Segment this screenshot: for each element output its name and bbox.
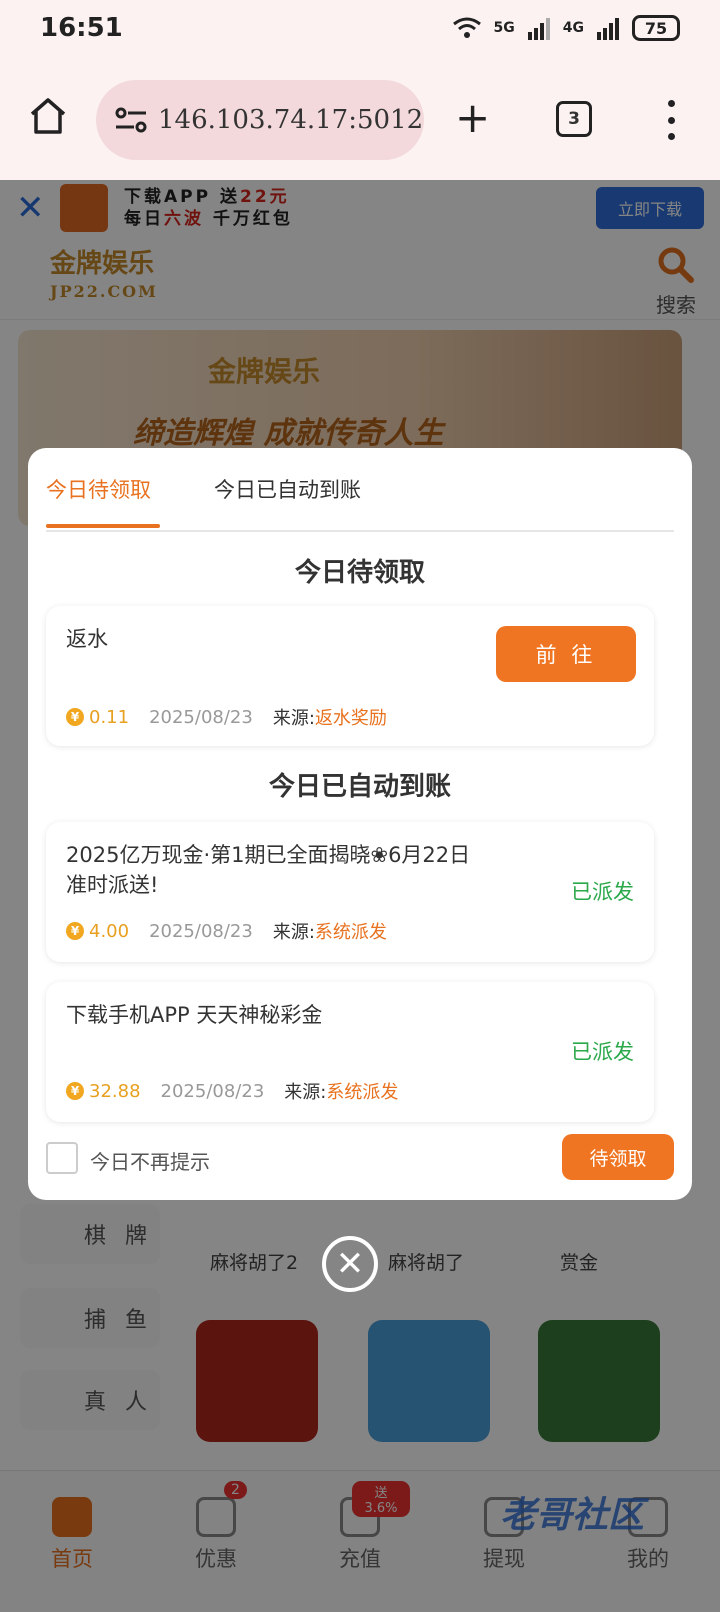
status-dispatched: 已派发 <box>571 1040 634 1064</box>
reward-meta: ¥ 4.00 2025/08/23 来源: 系统派发 <box>66 918 387 944</box>
auto-reward-card: 2025亿万现金·第1期已全面揭晓❀6月22日准时派送! 已派发 ¥ 4.00 … <box>46 822 654 962</box>
tab-pending[interactable]: 今日待领取 <box>46 474 151 504</box>
reward-title: 下载手机APP 天天神秘彩金 <box>66 1003 323 1027</box>
status-time: 16:51 <box>40 13 123 43</box>
section-title-pending: 今日待领取 <box>294 558 425 588</box>
site-settings-icon[interactable] <box>114 105 148 135</box>
pending-reward-card: 返水 前 往 ¥ 0.11 2025/08/23 来源: 返水奖励 <box>46 606 654 746</box>
reward-meta: ¥ 32.88 2025/08/23 来源: 系统派发 <box>66 1078 398 1104</box>
active-tab-indicator <box>46 524 160 528</box>
status-bar: 16:51 5G 4G 75 <box>0 0 720 56</box>
modal-tabs: 今日待领取 今日已自动到账 <box>46 448 674 532</box>
reward-amount: 32.88 <box>89 1080 141 1102</box>
reward-source: 系统派发 <box>314 922 387 943</box>
reward-meta: ¥ 0.11 2025/08/23 来源: 返水奖励 <box>66 704 387 730</box>
coin-icon: ¥ <box>66 922 84 940</box>
close-modal-icon[interactable]: ✕ <box>322 1236 378 1292</box>
pending-button[interactable]: 待领取 <box>562 1134 674 1180</box>
reward-amount: 4.00 <box>89 920 130 942</box>
battery-icon: 75 <box>632 15 680 41</box>
signal-icon <box>597 18 619 40</box>
auto-reward-card: 下载手机APP 天天神秘彩金 已派发 ¥ 32.88 2025/08/23 来源… <box>46 982 654 1122</box>
status-dispatched: 已派发 <box>571 880 634 904</box>
coin-icon: ¥ <box>66 708 84 726</box>
reward-amount: 0.11 <box>89 706 130 728</box>
new-tab-button[interactable]: + <box>455 97 490 139</box>
tab-count: 3 <box>568 109 580 129</box>
dont-show-checkbox[interactable] <box>46 1142 78 1174</box>
source-label: 来源: <box>272 708 315 729</box>
url-text: 146.103.74.17:5012 <box>158 105 424 135</box>
source-label: 来源: <box>272 922 315 943</box>
more-menu-icon[interactable] <box>664 100 678 140</box>
tab-switcher-button[interactable]: 3 <box>556 101 592 137</box>
rewards-modal: 今日待领取 今日已自动到账 今日待领取 返水 前 往 ¥ 0.11 2025/0… <box>28 448 692 1200</box>
reward-source: 系统派发 <box>326 1082 399 1103</box>
reward-title: 返水 <box>66 627 108 651</box>
section-title-auto: 今日已自动到账 <box>268 772 451 802</box>
home-icon[interactable] <box>28 96 68 136</box>
network-5g-label: 5G <box>493 20 515 36</box>
tab-auto-credited[interactable]: 今日已自动到账 <box>214 474 361 504</box>
status-icons: 5G 4G 75 <box>452 15 680 41</box>
battery-level: 75 <box>644 18 668 38</box>
signal-icon <box>527 18 550 40</box>
wifi-icon <box>452 17 481 38</box>
coin-icon: ¥ <box>66 1082 84 1100</box>
network-4g-label: 4G <box>562 20 584 36</box>
reward-date: 2025/08/23 <box>160 1080 265 1102</box>
source-label: 来源: <box>284 1082 327 1103</box>
address-bar[interactable]: 146.103.74.17:5012 <box>96 80 424 160</box>
modal-footer: 今日不再提示 待领取 <box>46 1134 674 1186</box>
browser-toolbar: 146.103.74.17:5012 + 3 <box>0 56 720 180</box>
reward-source: 返水奖励 <box>314 708 387 729</box>
dont-show-label[interactable]: 今日不再提示 <box>90 1146 210 1175</box>
reward-date: 2025/08/23 <box>149 706 253 728</box>
reward-date: 2025/08/23 <box>149 920 253 942</box>
reward-title: 2025亿万现金·第1期已全面揭晓❀6月22日准时派送! <box>66 843 471 897</box>
go-button[interactable]: 前 往 <box>496 626 636 682</box>
